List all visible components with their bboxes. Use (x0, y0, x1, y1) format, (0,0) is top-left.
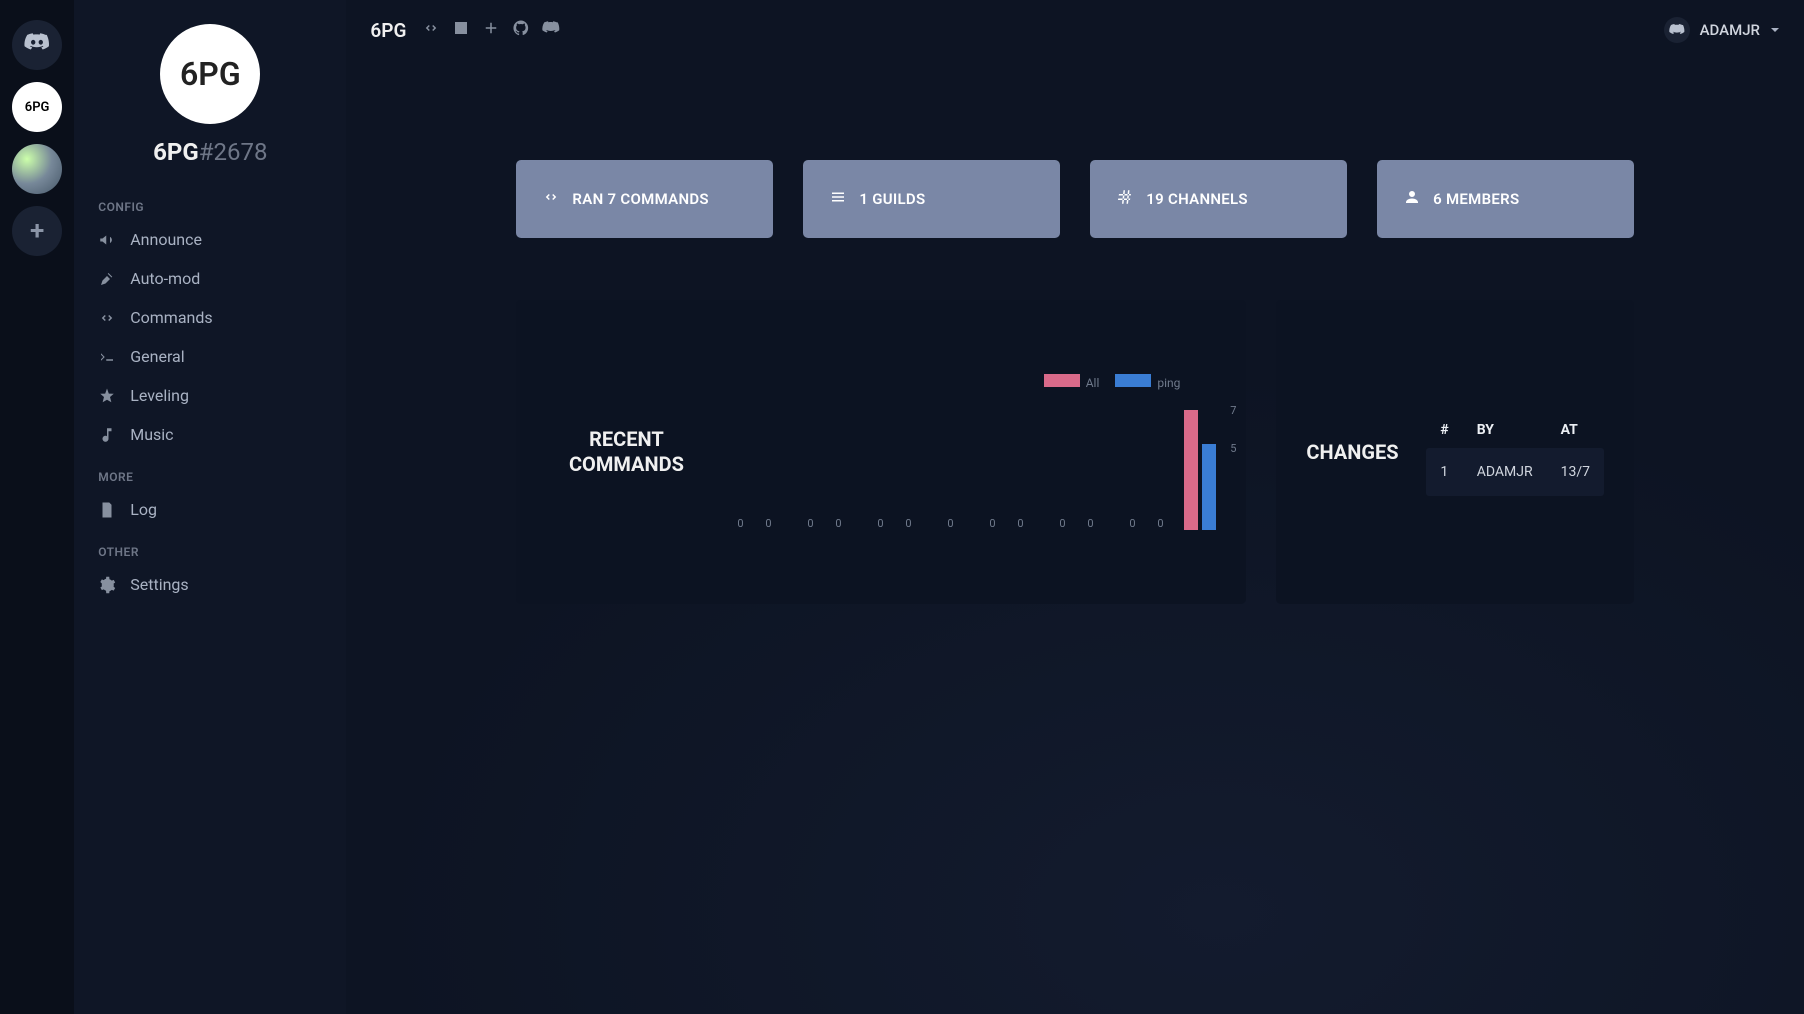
music-icon (98, 426, 116, 444)
gear-icon (98, 576, 116, 594)
chart-grid: 0 0 0 0 0 0 0 0 0 0 (730, 400, 1216, 530)
nav-label: Log (130, 500, 157, 519)
discord-icon (24, 30, 50, 60)
terminal-icon (98, 348, 116, 366)
stat-label: RAN 7 COMMANDS (572, 190, 708, 208)
user-menu[interactable]: ADAMJR (1664, 17, 1780, 43)
axis-label-5: 5 (1230, 442, 1236, 455)
stat-members[interactable]: 6 MEMBERS (1377, 160, 1634, 238)
stat-label: 1 GUILDS (859, 190, 925, 208)
topbar-code-icon[interactable] (422, 19, 440, 41)
changes-table: # BY AT 1 ADAMJR 13/7 (1426, 412, 1604, 496)
nav-label: Auto-mod (130, 269, 200, 288)
topbar-discord-icon[interactable] (542, 19, 560, 41)
megaphone-icon (98, 231, 116, 249)
star-icon (98, 387, 116, 405)
nav-commands[interactable]: Commands (74, 298, 346, 337)
panel-recent-commands: RECENT COMMANDS All ping 0 0 0 0 0 0 (516, 300, 1246, 604)
changes-body: # BY AT 1 ADAMJR 13/7 (1426, 408, 1604, 496)
topbar-plus-icon[interactable] (482, 19, 500, 41)
code-icon (542, 188, 560, 210)
rail-bot-label: 6PG (25, 100, 50, 115)
stat-row: RAN 7 COMMANDS 1 GUILDS 19 CHANNELS 6 ME… (516, 160, 1634, 238)
legend-all: All (1044, 374, 1100, 390)
cell-index: 1 (1426, 448, 1462, 496)
pin-icon (98, 270, 116, 288)
user-avatar-icon (1664, 17, 1690, 43)
bot-avatar-text: 6PG (180, 55, 241, 93)
recent-commands-chart: All ping 0 0 0 0 0 0 0 (730, 374, 1216, 530)
nav-automod[interactable]: Auto-mod (74, 259, 346, 298)
nav-label: Music (130, 425, 173, 444)
chart-bars: 7 5 (1184, 410, 1216, 530)
bot-tag: #2678 (199, 138, 268, 166)
panel-row: RECENT COMMANDS All ping 0 0 0 0 0 0 (516, 300, 1634, 604)
nav-music[interactable]: Music (74, 415, 346, 454)
rail-bot-2[interactable] (12, 144, 62, 194)
bar-ping (1202, 444, 1216, 530)
chart-legend: All ping (730, 374, 1216, 390)
bot-header: 6PG 6PG#2678 (74, 24, 346, 184)
nav-label: Settings (130, 575, 188, 594)
nav-general[interactable]: General (74, 337, 346, 376)
nav-log[interactable]: Log (74, 490, 346, 529)
stat-label: 19 CHANNELS (1146, 190, 1248, 208)
rail-bot-6pg[interactable]: 6PG (12, 82, 62, 132)
section-config: CONFIG (74, 184, 346, 220)
bot-name: 6PG (153, 138, 199, 166)
user-name: ADAMJR (1700, 21, 1760, 39)
sidebar: 6PG 6PG#2678 CONFIG Announce Auto-mod Co… (74, 0, 346, 1014)
stat-label: 6 MEMBERS (1433, 190, 1519, 208)
stat-commands[interactable]: RAN 7 COMMANDS (516, 160, 773, 238)
stat-channels[interactable]: 19 CHANNELS (1090, 160, 1347, 238)
stat-guilds[interactable]: 1 GUILDS (803, 160, 1060, 238)
col-index: # (1426, 412, 1462, 448)
topbar-icons (422, 19, 560, 41)
bot-avatar: 6PG (160, 24, 260, 124)
cell-at: 13/7 (1547, 448, 1604, 496)
panel-changes: CHANGES # BY AT 1 (1276, 300, 1634, 604)
section-more: MORE (74, 454, 346, 490)
rail-add-button[interactable]: + (12, 206, 62, 256)
code-icon (98, 309, 116, 327)
cell-by: ADAMJR (1463, 448, 1547, 496)
panel-title: RECENT COMMANDS (546, 427, 706, 477)
section-other: OTHER (74, 529, 346, 565)
user-icon (1403, 188, 1421, 210)
topbar-github-icon[interactable] (512, 19, 530, 41)
nav-label: Leveling (130, 386, 189, 405)
nav-settings[interactable]: Settings (74, 565, 346, 604)
nav-leveling[interactable]: Leveling (74, 376, 346, 415)
table-row[interactable]: 1 ADAMJR 13/7 (1426, 448, 1604, 496)
dashboard-content: RAN 7 COMMANDS 1 GUILDS 19 CHANNELS 6 ME… (346, 60, 1804, 1014)
panel-title: CHANGES (1306, 440, 1426, 465)
caret-down-icon (1770, 21, 1780, 39)
page-title: 6PG (370, 19, 406, 42)
list-icon (829, 188, 847, 210)
col-at: AT (1547, 412, 1604, 448)
nav-label: Commands (130, 308, 212, 327)
nav-announce[interactable]: Announce (74, 220, 346, 259)
axis-label-7: 7 (1230, 404, 1236, 417)
bot-name-row: 6PG#2678 (153, 138, 267, 166)
topbar-docs-icon[interactable] (452, 19, 470, 41)
server-rail: 6PG + (0, 0, 74, 1014)
col-by: BY (1463, 412, 1547, 448)
topbar: 6PG ADAMJR (346, 0, 1804, 60)
nav-label: General (130, 347, 184, 366)
nav-label: Announce (130, 230, 202, 249)
bar-all (1184, 410, 1198, 530)
rail-home-button[interactable] (12, 20, 62, 70)
hash-icon (1116, 188, 1134, 210)
main: 6PG ADAMJR RAN 7 COMMANDS 1 GUILDS (346, 0, 1804, 1014)
legend-ping: ping (1115, 374, 1180, 390)
document-icon (98, 501, 116, 519)
plus-icon: + (30, 216, 44, 246)
